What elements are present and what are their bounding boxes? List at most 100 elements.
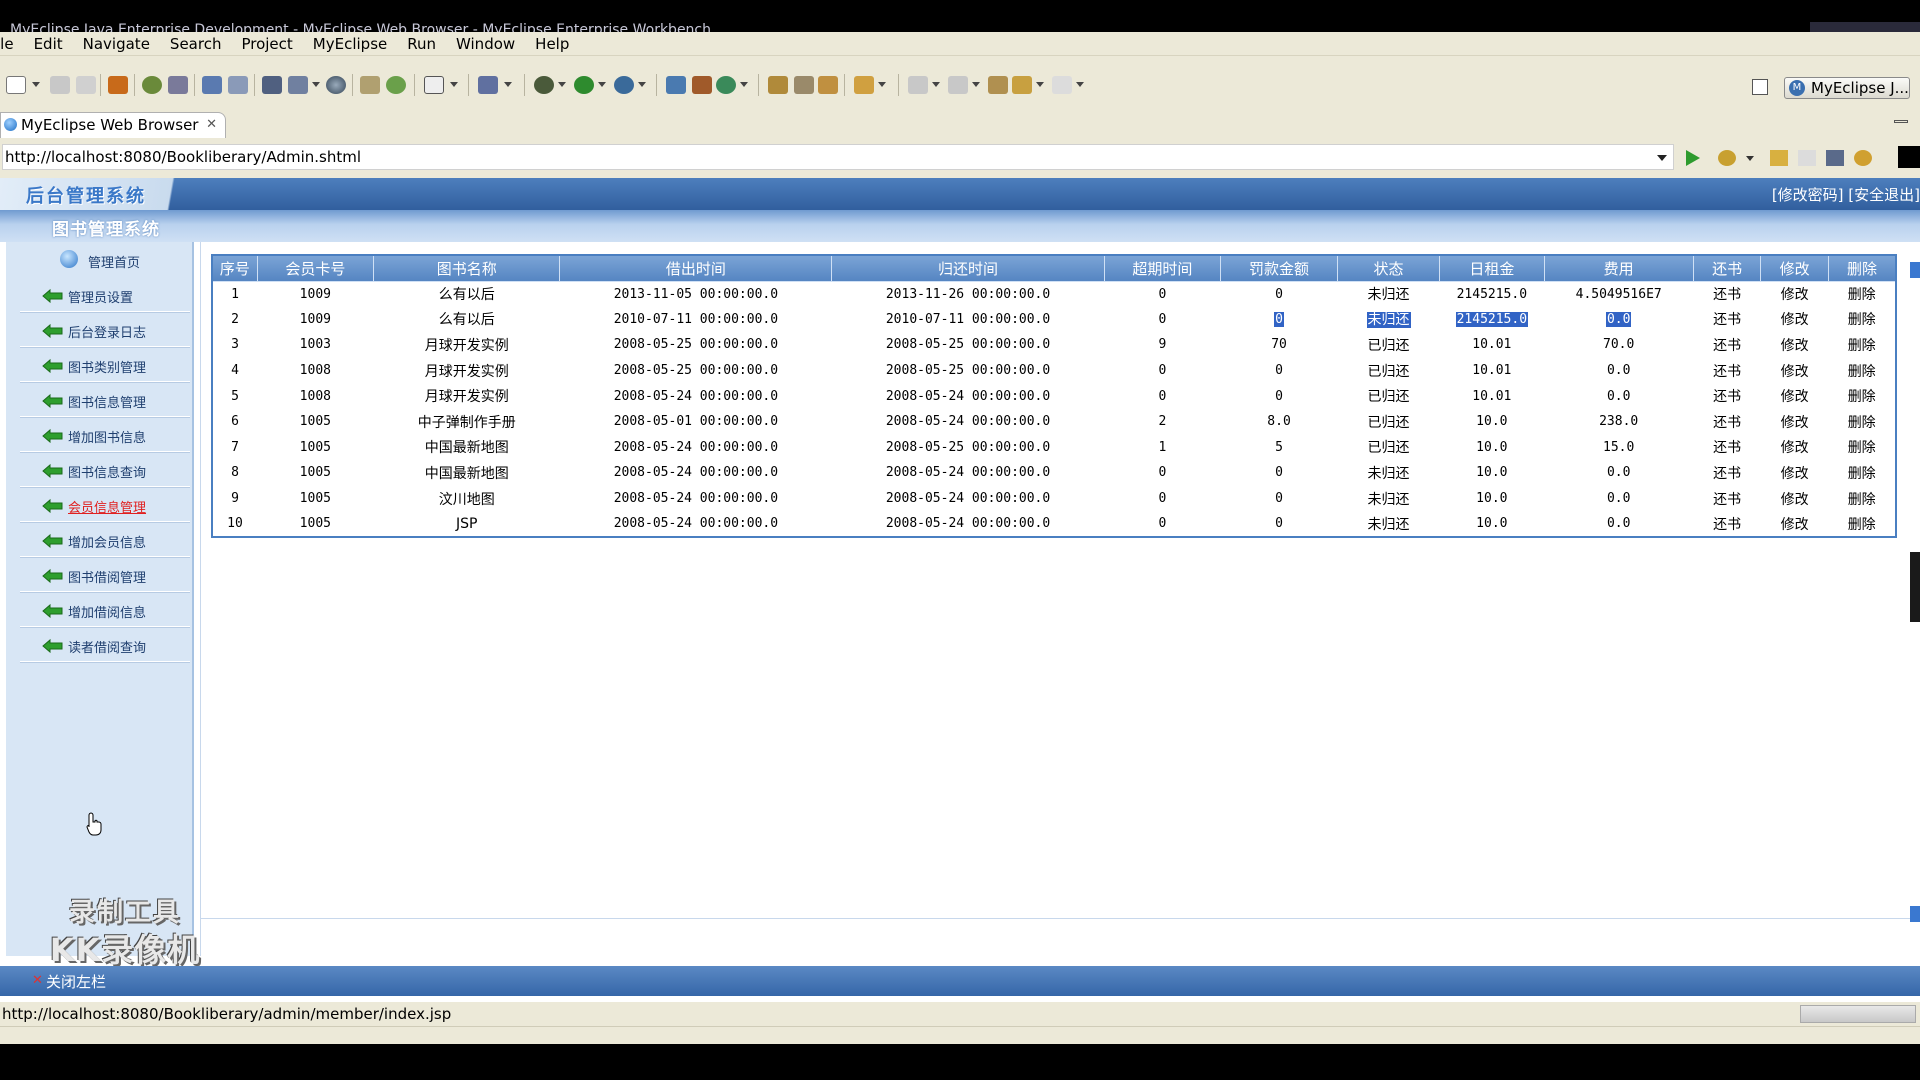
lock-icon[interactable] (168, 76, 188, 94)
external-tools-icon[interactable] (614, 76, 634, 94)
sidebar-item[interactable]: 后台登录日志 (20, 313, 190, 347)
back-dropdown-icon[interactable] (1036, 82, 1044, 87)
delete-link[interactable]: 删除 (1828, 332, 1896, 358)
return-book-link[interactable]: 还书 (1693, 511, 1761, 537)
go-icon[interactable] (1686, 150, 1700, 166)
debug-dropdown-icon[interactable] (558, 82, 566, 87)
new-icon[interactable] (6, 76, 26, 94)
edit-link[interactable]: 修改 (1761, 486, 1829, 512)
run-icon[interactable] (574, 76, 594, 94)
sidebar-item[interactable]: 图书借阅管理 (20, 558, 190, 592)
return-book-link[interactable]: 还书 (1693, 358, 1761, 384)
back-icon[interactable] (1012, 76, 1032, 94)
forward-arrow-icon[interactable] (1798, 150, 1816, 166)
url-dropdown-icon[interactable] (1657, 155, 1667, 161)
edit-link[interactable]: 修改 (1761, 409, 1829, 435)
new-package-icon[interactable] (692, 76, 712, 94)
folder-icon[interactable] (360, 76, 380, 94)
package-icon[interactable] (108, 76, 128, 94)
delete-link[interactable]: 删除 (1828, 460, 1896, 486)
new-dropdown-icon[interactable] (32, 82, 40, 87)
sidebar-item[interactable]: 增加会员信息 (20, 523, 190, 557)
menu-file[interactable]: ile (0, 35, 24, 53)
refresh-page-icon[interactable] (1854, 150, 1872, 166)
sidebar-home[interactable]: 管理首页 (6, 242, 194, 276)
scroll-thumb[interactable] (1910, 552, 1920, 622)
sidebar-item[interactable]: 读者借阅查询 (20, 628, 190, 662)
open-type-icon[interactable] (262, 76, 282, 94)
return-book-link[interactable]: 还书 (1693, 486, 1761, 512)
edit-link[interactable]: 修改 (1761, 332, 1829, 358)
delete-link[interactable]: 删除 (1828, 486, 1896, 512)
sidebar-item[interactable]: 会员信息管理 (20, 488, 190, 522)
perspective-switcher[interactable]: M MyEclipse J... (1784, 77, 1910, 99)
new-wizard-icon[interactable] (478, 76, 498, 94)
open-file-icon[interactable] (854, 76, 874, 94)
menu-project[interactable]: Project (231, 35, 302, 53)
return-book-link[interactable]: 还书 (1693, 383, 1761, 409)
close-left-panel-link[interactable]: 关闭左栏 (46, 971, 106, 992)
archive-icon[interactable] (818, 76, 838, 94)
sidebar-item[interactable]: 管理员设置 (20, 278, 190, 312)
edit-link[interactable]: 修改 (1761, 511, 1829, 537)
back-arrow-icon[interactable] (1770, 150, 1788, 166)
view-menu-icon[interactable] (1898, 146, 1920, 168)
open-perspective-icon[interactable] (1752, 79, 1768, 95)
stop-icon[interactable] (1826, 150, 1844, 166)
window-controls[interactable] (1810, 22, 1920, 32)
sidebar-item[interactable]: 图书信息查询 (20, 453, 190, 487)
menu-run[interactable]: Run (397, 35, 446, 53)
web-project-icon[interactable] (288, 76, 308, 94)
last-edit-icon[interactable] (988, 76, 1008, 94)
server-icon[interactable] (228, 76, 248, 94)
sidebar-item[interactable]: 图书类别管理 (20, 348, 190, 382)
deploy-icon[interactable] (202, 76, 222, 94)
delete-link[interactable]: 删除 (1828, 409, 1896, 435)
menu-navigate[interactable]: Navigate (73, 35, 160, 53)
tools-icon[interactable] (794, 76, 814, 94)
return-book-link[interactable]: 还书 (1693, 332, 1761, 358)
next-annotation-dropdown-icon[interactable] (932, 82, 940, 87)
delete-link[interactable]: 删除 (1828, 435, 1896, 461)
delete-link[interactable]: 删除 (1828, 307, 1896, 333)
return-book-link[interactable]: 还书 (1693, 409, 1761, 435)
sidebar-item[interactable]: 图书信息管理 (20, 383, 190, 417)
favorites-dropdown-icon[interactable] (1746, 156, 1754, 161)
web-dropdown-icon[interactable] (312, 82, 320, 87)
close-x-icon[interactable]: ✕ (32, 973, 43, 988)
delete-link[interactable]: 删除 (1828, 281, 1896, 307)
forward-dropdown-icon[interactable] (1076, 82, 1084, 87)
delete-link[interactable]: 删除 (1828, 358, 1896, 384)
refresh-icon[interactable] (716, 76, 736, 94)
menu-search[interactable]: Search (160, 35, 232, 53)
external-dropdown-icon[interactable] (638, 82, 646, 87)
minimize-icon[interactable] (1894, 120, 1908, 123)
open-folder-icon[interactable] (768, 76, 788, 94)
debug-icon[interactable] (534, 76, 554, 94)
sidebar-item[interactable]: 增加借阅信息 (20, 593, 190, 627)
vertical-scrollbar[interactable] (1910, 262, 1920, 922)
return-book-link[interactable]: 还书 (1693, 460, 1761, 486)
favorites-icon[interactable] (1718, 150, 1736, 166)
wizard-dropdown-icon[interactable] (504, 82, 512, 87)
return-book-link[interactable]: 还书 (1693, 281, 1761, 307)
scroll-up-icon[interactable] (1910, 262, 1920, 278)
browser-icon[interactable] (424, 76, 444, 94)
run-server-icon[interactable] (386, 76, 406, 94)
sidebar-item[interactable]: 增加图书信息 (20, 418, 190, 452)
edit-link[interactable]: 修改 (1761, 281, 1829, 307)
return-book-link[interactable]: 还书 (1693, 435, 1761, 461)
menu-window[interactable]: Window (446, 35, 525, 53)
edit-link[interactable]: 修改 (1761, 383, 1829, 409)
save-all-icon[interactable] (76, 76, 96, 94)
prev-annotation-icon[interactable] (948, 76, 968, 94)
edit-link[interactable]: 修改 (1761, 307, 1829, 333)
open-file-dropdown-icon[interactable] (878, 82, 886, 87)
save-icon[interactable] (50, 76, 70, 94)
run-dropdown-icon[interactable] (598, 82, 606, 87)
refresh-dropdown-icon[interactable] (740, 82, 748, 87)
delete-link[interactable]: 删除 (1828, 511, 1896, 537)
forward-icon[interactable] (1052, 76, 1072, 94)
edit-link[interactable]: 修改 (1761, 435, 1829, 461)
menu-myeclipse[interactable]: MyEclipse (303, 35, 397, 53)
